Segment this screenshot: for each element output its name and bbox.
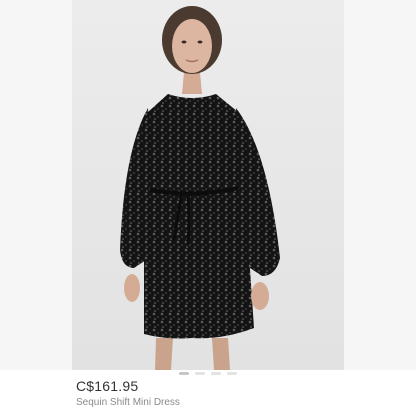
carousel-dot[interactable] <box>227 372 237 375</box>
carousel-dot[interactable] <box>195 372 205 375</box>
product-name[interactable]: Sequin Shift Mini Dress <box>76 397 180 408</box>
product-price: C$161.95 <box>76 378 139 394</box>
product-image-area[interactable] <box>0 0 416 370</box>
product-photo[interactable] <box>72 0 344 370</box>
carousel-dot[interactable] <box>211 372 221 375</box>
carousel-dot[interactable] <box>179 372 189 375</box>
product-card[interactable]: C$161.95 Sequin Shift Mini Dress <box>0 0 416 416</box>
carousel-indicator[interactable] <box>0 370 416 376</box>
